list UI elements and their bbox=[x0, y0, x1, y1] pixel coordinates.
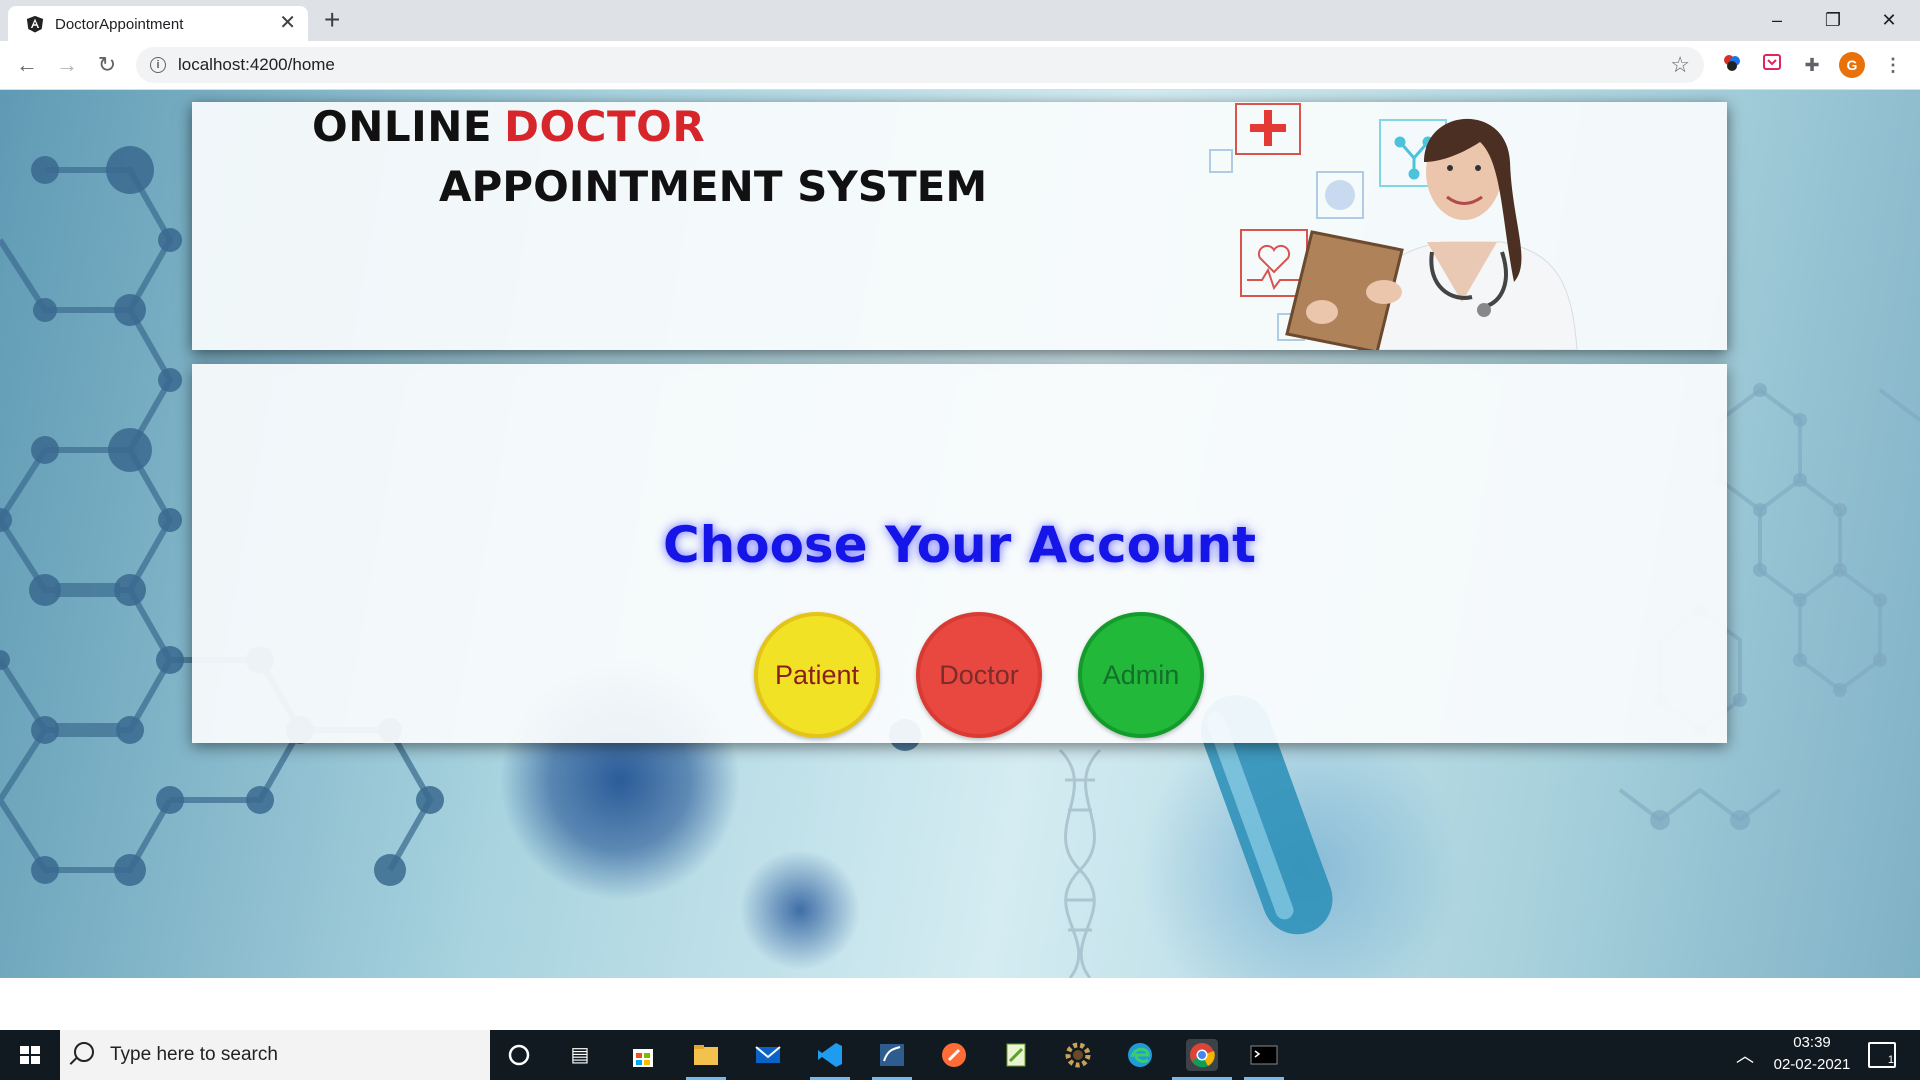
postman-icon[interactable] bbox=[938, 1039, 970, 1071]
new-tab-icon[interactable]: + bbox=[324, 6, 340, 34]
browser-tab[interactable]: DoctorAppointment ✕ bbox=[8, 6, 308, 41]
chrome-icon[interactable] bbox=[1186, 1039, 1218, 1071]
pocket-glyph-icon bbox=[1763, 54, 1781, 70]
patient-button[interactable]: Patient bbox=[754, 612, 880, 738]
browser-tabstrip: DoctorAppointment ✕ + – ❐ ✕ bbox=[0, 0, 1920, 41]
file-explorer-icon[interactable] bbox=[690, 1039, 722, 1071]
cortana-circle-icon bbox=[508, 1044, 530, 1066]
notepad-plus-icon bbox=[1006, 1043, 1026, 1067]
reload-icon[interactable]: ↻ bbox=[93, 51, 121, 79]
task-view-icon[interactable]: ▤ bbox=[564, 1039, 596, 1071]
vscode-logo-icon bbox=[818, 1043, 842, 1067]
taskbar-search-box[interactable]: Type here to search bbox=[60, 1030, 490, 1080]
windows-logo-icon bbox=[20, 1046, 40, 1064]
start-button[interactable] bbox=[0, 1030, 60, 1080]
postman-logo-icon bbox=[942, 1043, 966, 1067]
extension-icon-1[interactable] bbox=[1719, 52, 1745, 78]
title-online: ONLINE bbox=[312, 102, 493, 151]
settings-icon[interactable] bbox=[1062, 1039, 1094, 1071]
notepad-icon[interactable] bbox=[1000, 1039, 1032, 1071]
page-viewport: ONLINE DOCTOR APPOINTMENT SYSTEM Choose … bbox=[0, 90, 1920, 978]
vscode-icon[interactable] bbox=[814, 1039, 846, 1071]
sql-icon[interactable] bbox=[876, 1039, 908, 1071]
windows-taskbar: Type here to search ▤ ︿ 03:39 02-02-2021… bbox=[0, 1030, 1920, 1080]
tray-overflow-chevron-icon[interactable]: ︿ bbox=[1736, 1042, 1754, 1068]
angular-icon bbox=[26, 15, 44, 33]
cmd-window-icon bbox=[1250, 1045, 1278, 1065]
mail-icon[interactable] bbox=[752, 1039, 784, 1071]
chrome-logo-icon bbox=[1190, 1043, 1215, 1068]
browser-toolbar: ← → ↻ i localhost:4200/home ☆ ✚ G ⋮ bbox=[0, 41, 1920, 90]
site-info-icon[interactable]: i bbox=[150, 57, 166, 73]
menu-kebab-icon[interactable]: ⋮ bbox=[1880, 52, 1906, 78]
close-tab-icon[interactable]: ✕ bbox=[279, 11, 296, 35]
admin-button[interactable]: Admin bbox=[1078, 612, 1204, 738]
title-doctor: DOCTOR bbox=[504, 102, 706, 151]
restore-icon[interactable]: ❐ bbox=[1810, 0, 1856, 41]
store-icon[interactable] bbox=[627, 1039, 659, 1071]
folder-icon bbox=[694, 1045, 718, 1065]
pocket-extension-icon[interactable] bbox=[1759, 52, 1785, 78]
bookmark-star-icon[interactable]: ☆ bbox=[1670, 52, 1690, 78]
header-banner: ONLINE DOCTOR APPOINTMENT SYSTEM bbox=[192, 102, 1727, 350]
cortana-icon[interactable] bbox=[503, 1039, 535, 1071]
notification-center-icon[interactable]: 1 bbox=[1868, 1042, 1896, 1068]
clock-time[interactable]: 03:39 bbox=[1772, 1034, 1852, 1051]
store-bag-icon bbox=[633, 1049, 653, 1067]
doctor-illustration bbox=[1209, 103, 1578, 350]
account-selection-panel: Choose Your Account Patient Doctor Admin bbox=[192, 364, 1727, 743]
edge-icon[interactable] bbox=[1124, 1039, 1156, 1071]
address-bar[interactable]: i localhost:4200/home ☆ bbox=[136, 47, 1704, 83]
url-text[interactable]: localhost:4200/home bbox=[178, 55, 335, 75]
search-icon bbox=[74, 1042, 94, 1062]
back-icon[interactable]: ← bbox=[13, 51, 41, 79]
extensions-puzzle-icon[interactable]: ✚ bbox=[1799, 52, 1825, 78]
doctor-button[interactable]: Doctor bbox=[916, 612, 1042, 738]
search-placeholder: Type here to search bbox=[110, 1044, 278, 1065]
terminal-icon[interactable] bbox=[1248, 1039, 1280, 1071]
sql-workbench-icon bbox=[880, 1044, 904, 1066]
choose-account-heading: Choose Your Account bbox=[662, 516, 1257, 574]
extension-glyph-icon bbox=[1724, 55, 1740, 71]
forward-icon[interactable]: → bbox=[53, 51, 81, 79]
gear-icon bbox=[1065, 1042, 1091, 1068]
site-title-line1: ONLINE DOCTOR bbox=[312, 102, 705, 151]
close-window-icon[interactable]: ✕ bbox=[1866, 0, 1912, 41]
site-title-line2: APPOINTMENT SYSTEM bbox=[439, 162, 988, 211]
clock-date[interactable]: 02-02-2021 bbox=[1772, 1056, 1852, 1073]
profile-avatar[interactable]: G bbox=[1839, 52, 1865, 78]
tab-title: DoctorAppointment bbox=[55, 16, 184, 33]
envelope-icon bbox=[755, 1046, 781, 1063]
edge-logo-icon bbox=[1128, 1043, 1152, 1067]
minimize-icon[interactable]: – bbox=[1754, 0, 1800, 41]
